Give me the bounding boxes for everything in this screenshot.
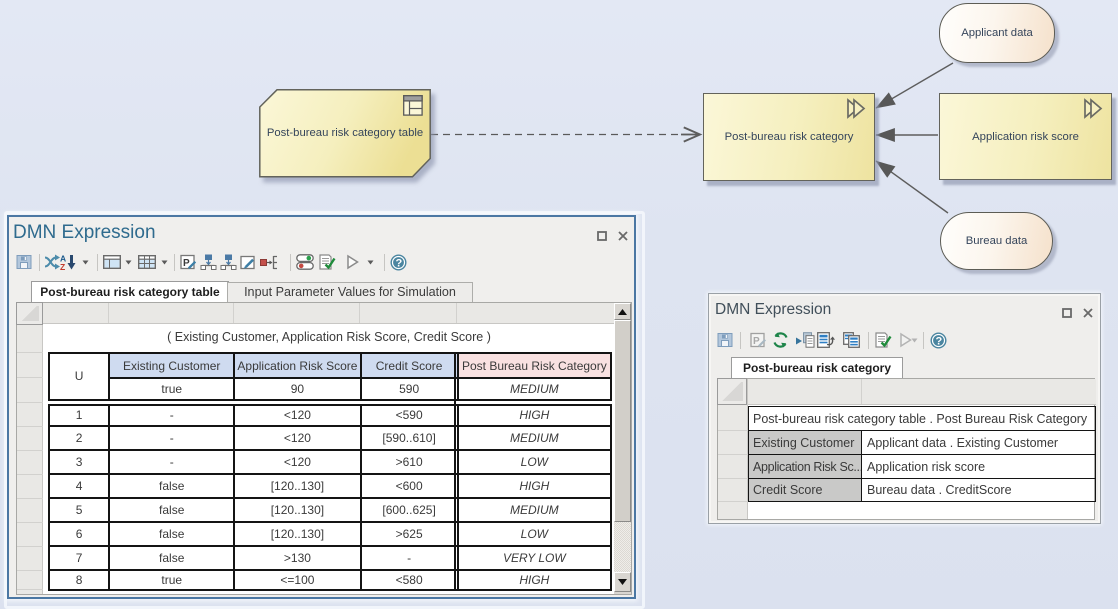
svg-text:?: ?	[396, 258, 403, 270]
svg-text:?: ?	[936, 336, 943, 348]
svg-text:Z: Z	[60, 262, 65, 270]
